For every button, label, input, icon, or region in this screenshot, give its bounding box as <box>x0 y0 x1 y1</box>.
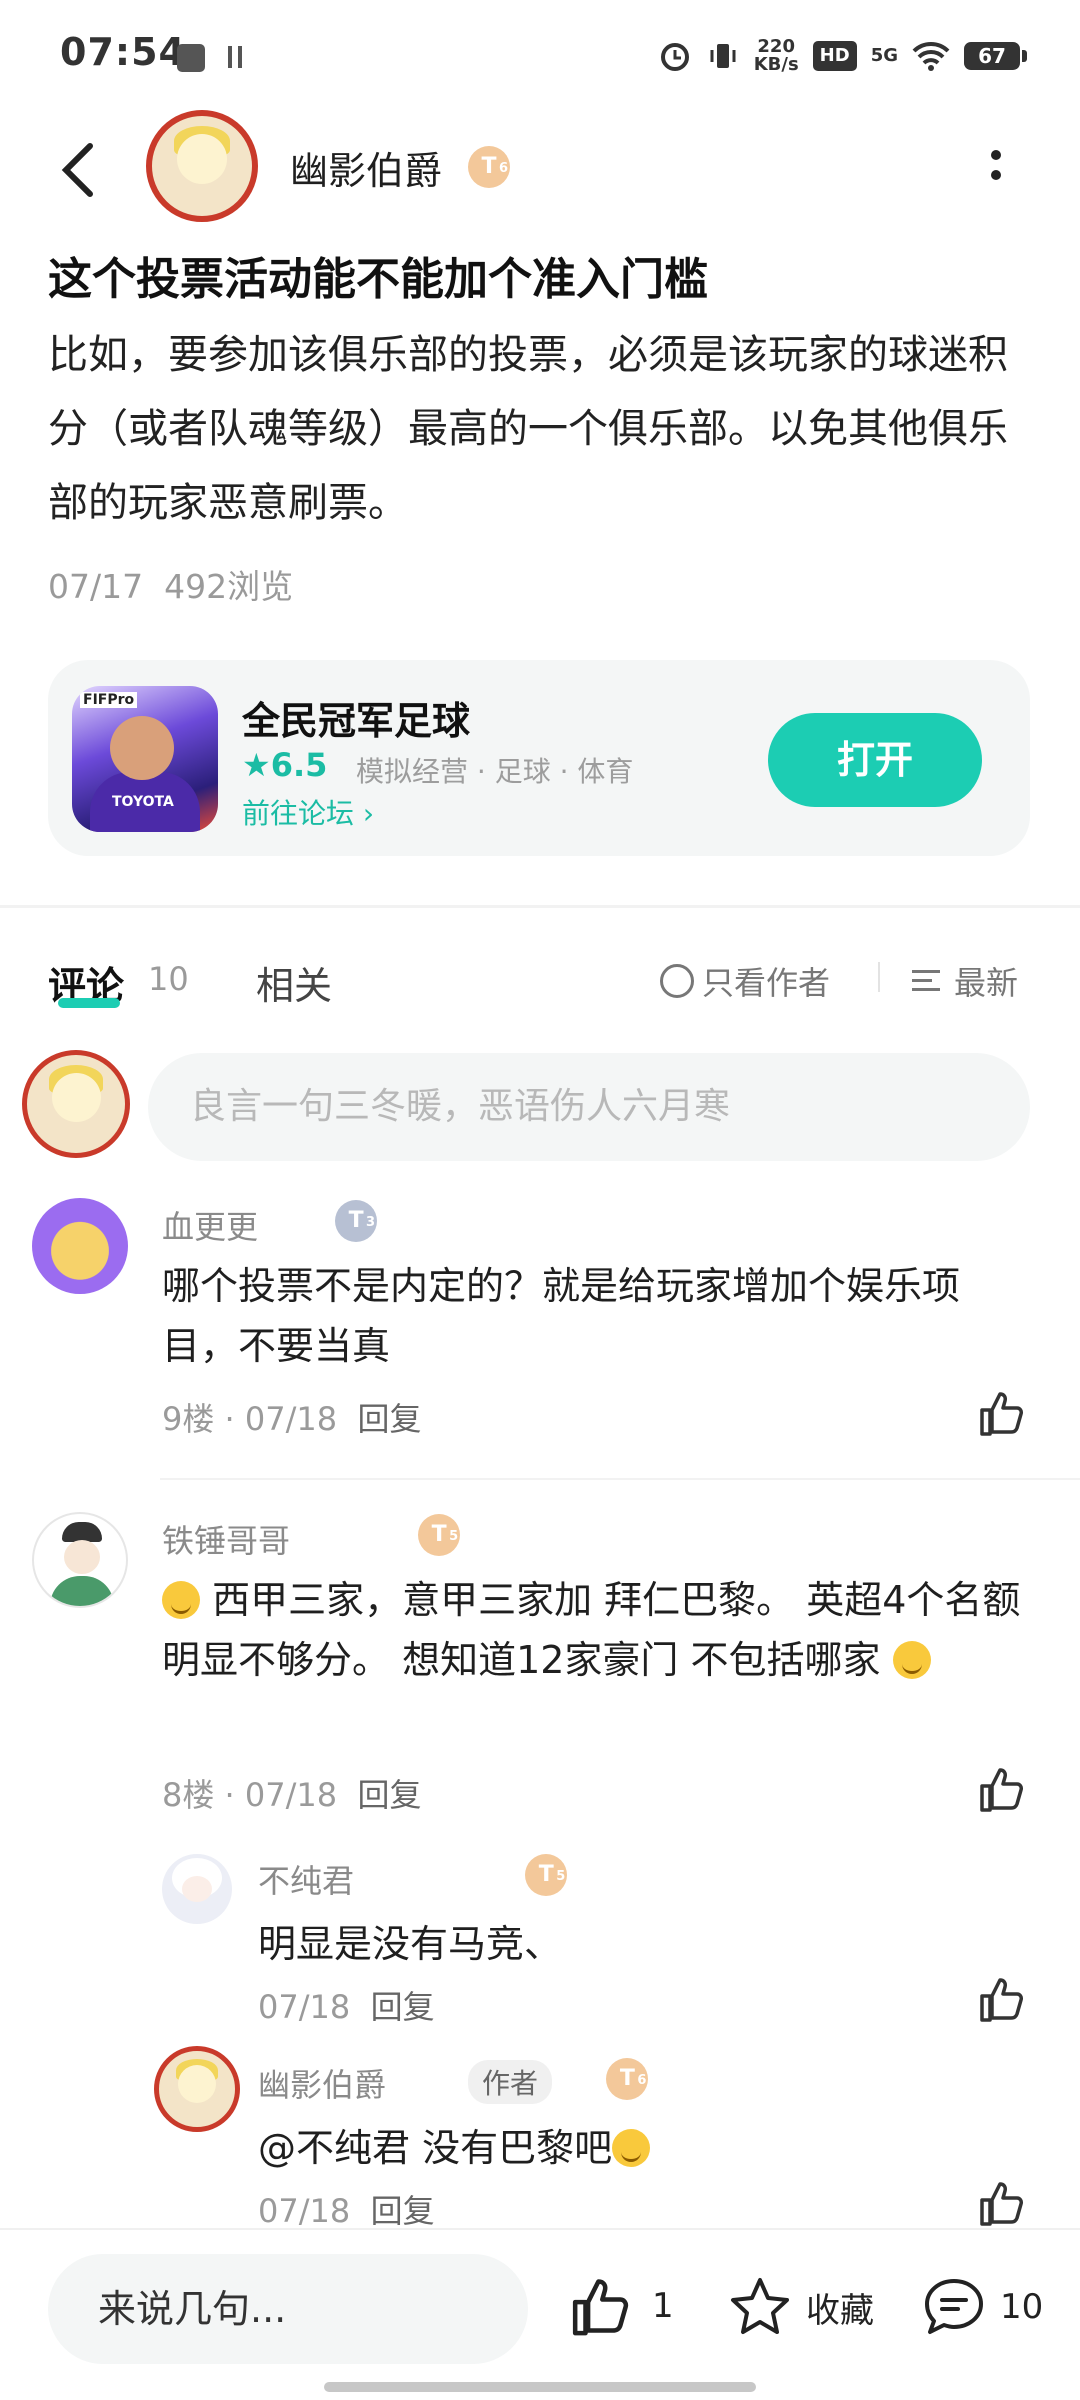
comment-input[interactable]: 良言一句三冬暖，恶语伤人六月寒 <box>148 1053 1030 1161</box>
commenter-avatar[interactable] <box>32 1512 128 1608</box>
commenter-name[interactable]: 铁锤哥哥 <box>162 1516 290 1562</box>
my-avatar <box>22 1050 130 1158</box>
smile-emoji-icon <box>612 2129 651 2167</box>
post-title: 这个投票活动能不能加个准入门槛 <box>48 254 708 305</box>
notification-icon <box>177 44 205 72</box>
sort-button[interactable]: 最新 <box>912 958 1018 1004</box>
reply-meta: 07/18 回复 <box>258 2192 435 2230</box>
post-like-button[interactable]: 1 <box>570 2276 674 2336</box>
like-icon[interactable] <box>978 1390 1026 1436</box>
alarm-icon <box>660 43 689 71</box>
game-rating: ★6.5 <box>242 746 328 784</box>
battery-icon: 67 <box>964 42 1027 70</box>
replier-name[interactable]: 不纯君 <box>258 1856 354 1902</box>
vibrate-icon <box>710 44 736 68</box>
tab-separator <box>878 962 880 992</box>
favorite-button[interactable]: 收藏 <box>728 2276 874 2338</box>
status-time: 07:54 <box>60 30 186 74</box>
reply-button[interactable]: 回复 <box>357 1776 421 1814</box>
comment-bubble-icon <box>925 2279 983 2334</box>
active-tab-indicator <box>58 998 120 1008</box>
hd-icon: HD <box>812 41 857 71</box>
comment-meta: 9楼 · 07/18 回复 <box>162 1400 422 1438</box>
comment-button[interactable]: 10 <box>922 2276 1043 2338</box>
author-tag: 作者 <box>468 2060 553 2104</box>
comment-meta: 8楼 · 07/18 回复 <box>162 1776 422 1814</box>
status-bar: 07:54 220 KB/s HD 5G 67 <box>0 0 1080 110</box>
user-level-badge: T6 <box>606 2058 649 2100</box>
user-level-badge: T5 <box>525 1854 568 1896</box>
network-speed: 220 KB/s <box>753 36 799 75</box>
sort-icon <box>912 968 946 994</box>
more-options-icon[interactable] <box>990 150 1002 190</box>
like-icon[interactable] <box>978 1766 1026 1812</box>
pause-icon <box>228 46 242 68</box>
game-icon[interactable]: FIFPro TOYOTA <box>72 686 218 832</box>
reply-button[interactable]: 回复 <box>357 1400 421 1438</box>
author-avatar[interactable] <box>146 110 258 222</box>
wifi-icon <box>912 41 950 71</box>
smile-emoji-icon <box>892 1641 931 1679</box>
comments-count: 10 <box>148 960 189 998</box>
post-meta: 07/17 492浏览 <box>48 567 294 606</box>
commenter-name[interactable]: 血更更 <box>162 1202 258 1248</box>
replier-avatar[interactable] <box>154 2046 240 2132</box>
replier-name[interactable]: 幽影伯爵 <box>258 2060 386 2106</box>
section-divider <box>0 905 1080 908</box>
say-something-input[interactable]: 来说几句... <box>48 2254 528 2364</box>
game-tags: 模拟经营 · 足球 · 体育 <box>356 755 634 788</box>
comment-divider <box>160 1478 1080 1480</box>
star-icon <box>731 2278 789 2334</box>
reply-button[interactable]: 回复 <box>371 2192 435 2230</box>
user-level-badge: T5 <box>418 1514 461 1556</box>
author-level-badge: T6 <box>468 146 510 188</box>
post-body: 比如，要参加该俱乐部的投票，必须是该玩家的球迷积分（或者队魂等级）最高的一个俱乐… <box>48 332 1008 526</box>
only-author-toggle[interactable]: 只看作者 <box>660 958 830 1004</box>
open-game-button[interactable]: 打开 <box>768 713 982 807</box>
comment-text: 哪个投票不是内定的？就是给玩家增加个娱乐项目，不要当真 <box>162 1264 961 1368</box>
comment-text: 西甲三家，意甲三家加 拜仁巴黎。 英超4个名额明显不够分。 想知道12家豪门 不… <box>162 1578 1021 1682</box>
like-icon[interactable] <box>978 1976 1026 2022</box>
thinking-emoji-icon <box>162 1581 200 1619</box>
reply-text: 明显是没有马竞、 <box>258 1922 563 1966</box>
radio-circle-icon <box>660 964 694 998</box>
tab-related[interactable]: 相关 <box>256 955 332 1010</box>
reply-meta: 07/18 回复 <box>258 1988 435 2026</box>
signal-5g-icon: 5G <box>870 45 898 66</box>
like-icon <box>572 2279 629 2336</box>
game-name: 全民冠军足球 <box>242 699 471 743</box>
author-name[interactable]: 幽影伯爵 <box>290 140 442 195</box>
back-icon[interactable] <box>58 140 98 200</box>
commenter-avatar[interactable] <box>32 1198 128 1294</box>
user-level-badge: T3 <box>335 1200 378 1242</box>
go-to-forum-link[interactable]: 前往论坛 › <box>242 792 374 832</box>
reply-button[interactable]: 回复 <box>371 1988 435 2026</box>
reply-text: @不纯君 没有巴黎吧 <box>258 2118 651 2178</box>
home-indicator[interactable] <box>324 2382 756 2392</box>
status-right: 220 KB/s HD 5G 67 <box>658 34 1027 78</box>
like-icon[interactable] <box>978 2180 1026 2226</box>
replier-avatar[interactable] <box>162 1854 232 1924</box>
